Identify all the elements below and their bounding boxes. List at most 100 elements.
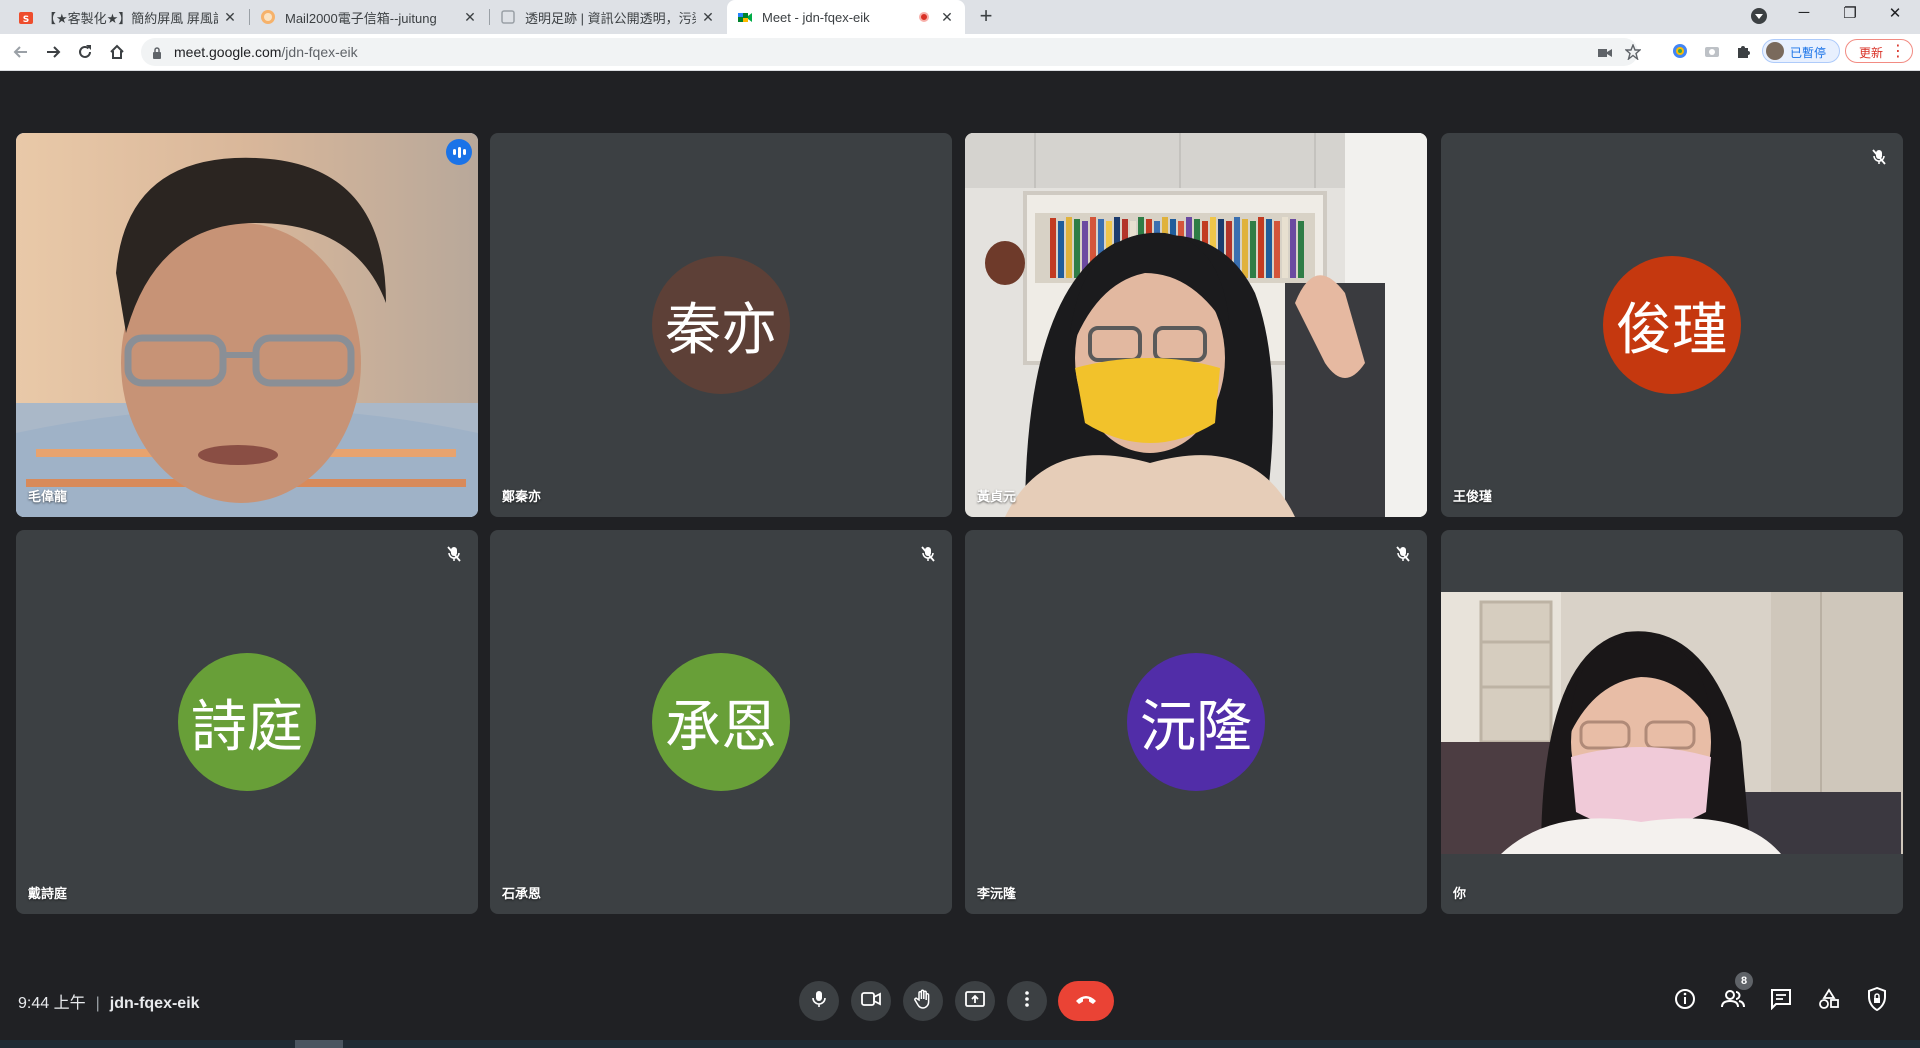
participant-tile-5[interactable]: 詩庭 戴詩庭 <box>16 530 478 914</box>
home-icon[interactable] <box>105 40 129 64</box>
participant-name: 戴詩庭 <box>28 886 68 901</box>
end-call-icon <box>1074 992 1098 1010</box>
participant-name: 毛偉龍 <box>28 489 68 504</box>
present-icon <box>965 990 985 1012</box>
meeting-time: 9:44 上午 <box>18 995 86 1012</box>
microphone-icon <box>811 989 827 1014</box>
participant-tile-2[interactable]: 秦亦 鄭秦亦 <box>490 133 952 517</box>
meeting-controls-bar: 9:44 上午 | jdn-fqex-eik 8 <box>0 958 1920 1040</box>
people-icon <box>1721 989 1745 1013</box>
close-icon[interactable]: ✕ <box>222 9 238 25</box>
reload-icon[interactable] <box>73 40 97 64</box>
restore-icon[interactable]: ❐ <box>1838 4 1862 22</box>
info-icon <box>1674 988 1696 1015</box>
profile-button[interactable]: 已暫停 <box>1762 39 1840 63</box>
participant-name: 石承恩 <box>502 886 542 901</box>
tab-search-icon[interactable] <box>1751 8 1767 24</box>
leave-call-button[interactable] <box>1058 981 1114 1021</box>
participant-tile-6[interactable]: 承恩 石承恩 <box>490 530 952 914</box>
present-button[interactable] <box>955 981 995 1021</box>
avatar: 沅隆 <box>1127 653 1265 791</box>
participant-tile-4[interactable]: 俊瑾 王俊瑾 <box>1441 133 1903 517</box>
browser-tab-2[interactable]: Mail2000電子信箱--juitung ✕ <box>250 0 488 34</box>
chat-button[interactable] <box>1765 985 1797 1017</box>
participant-tile-1[interactable]: 毛偉龍 <box>16 133 478 517</box>
raise-hand-button[interactable] <box>903 981 943 1021</box>
participant-tile-3[interactable]: 黃貞元 <box>965 133 1427 517</box>
tab-strip: S 【★客製化★】簡約屏風 屏風訂製 ✕ Mail2000電子信箱--juitu… <box>0 0 1920 34</box>
extension-camera-icon[interactable] <box>1703 42 1721 60</box>
new-tab-button[interactable]: + <box>976 5 996 27</box>
address-bar[interactable]: meet.google.com/jdn-fqex-eik <box>141 38 1642 66</box>
close-icon[interactable]: ✕ <box>700 9 716 25</box>
mic-off-icon <box>442 542 466 566</box>
page-favicon-icon <box>500 9 516 25</box>
minimize-icon[interactable]: ─ <box>1792 4 1816 21</box>
close-icon[interactable]: ✕ <box>939 9 955 25</box>
self-video <box>1441 592 1903 854</box>
meeting-details: 9:44 上午 | jdn-fqex-eik <box>18 989 200 1013</box>
mic-off-icon <box>1391 542 1415 566</box>
host-controls-button[interactable] <box>1861 985 1893 1017</box>
update-button[interactable]: 更新 ⋮ <box>1845 39 1913 63</box>
browser-toolbar: meet.google.com/jdn-fqex-eik 已暫停 更新 ⋮ <box>0 34 1920 71</box>
shop-favicon-icon: S <box>18 9 34 25</box>
os-taskbar <box>0 1040 1920 1048</box>
svg-text:S: S <box>23 15 29 25</box>
participant-tile-7[interactable]: 沅隆 李沅隆 <box>965 530 1427 914</box>
url-host: meet.google.com <box>174 44 282 60</box>
tab-title: Meet - jdn-fqex-eik <box>762 9 870 25</box>
avatar <box>1766 42 1784 60</box>
forward-icon[interactable] <box>41 40 65 64</box>
microphone-button[interactable] <box>799 981 839 1021</box>
avatar: 承恩 <box>652 653 790 791</box>
participant-name: 黃貞元 <box>977 489 1017 504</box>
mic-off-icon <box>916 542 940 566</box>
close-icon[interactable]: ✕ <box>462 9 478 25</box>
avatar: 秦亦 <box>652 256 790 394</box>
divider: | <box>95 995 100 1012</box>
extensions-icon[interactable] <box>1734 42 1752 60</box>
browser-tab-3[interactable]: 透明足跡 | 資訊公開透明，污染無 ✕ <box>490 0 726 34</box>
tab-title: 【★客製化★】簡約屏風 屏風訂製 <box>43 10 218 26</box>
avatar: 詩庭 <box>178 653 316 791</box>
more-vert-icon: ⋮ <box>1890 43 1906 60</box>
tab-title: 透明足跡 | 資訊公開透明，污染無 <box>525 10 696 26</box>
camera-blocked-icon[interactable] <box>1598 46 1612 64</box>
mail-favicon-icon <box>260 9 276 25</box>
participant-video <box>965 133 1427 517</box>
more-options-icon <box>1025 990 1029 1012</box>
avatar: 俊瑾 <box>1603 256 1741 394</box>
star-icon[interactable] <box>1624 43 1642 65</box>
browser-tab-meet[interactable]: Meet - jdn-fqex-eik ✕ <box>727 0 965 34</box>
back-icon[interactable] <box>9 40 33 64</box>
taskbar-item[interactable] <box>295 1040 343 1048</box>
participant-name: 鄭秦亦 <box>502 489 542 504</box>
chat-icon <box>1770 988 1792 1015</box>
activities-icon <box>1818 987 1840 1015</box>
meeting-code: jdn-fqex-eik <box>109 995 200 1012</box>
participant-tile-self[interactable]: 你 <box>1441 530 1903 914</box>
tab-title: Mail2000電子信箱--juitung <box>285 10 437 26</box>
participant-name: 你 <box>1453 886 1467 901</box>
extension-color-icon[interactable] <box>1671 42 1689 60</box>
window-close-icon[interactable]: ✕ <box>1883 4 1907 22</box>
meet-stage: 毛偉龍 秦亦 鄭秦亦 黃貞元 俊瑾 王俊瑾 詩庭 戴詩庭 承恩 石承恩 沅隆 李… <box>0 71 1920 1040</box>
participant-count-badge: 8 <box>1735 972 1753 990</box>
participant-name: 李沅隆 <box>977 886 1017 901</box>
meeting-info-button[interactable] <box>1669 985 1701 1017</box>
raise-hand-icon <box>914 989 932 1014</box>
more-options-button[interactable] <box>1007 981 1047 1021</box>
recording-icon <box>919 12 929 22</box>
camera-icon <box>861 991 881 1011</box>
update-label: 更新 <box>1859 46 1884 60</box>
mic-off-icon <box>1867 145 1891 169</box>
activities-button[interactable] <box>1813 985 1845 1017</box>
camera-button[interactable] <box>851 981 891 1021</box>
host-controls-icon <box>1867 986 1887 1016</box>
speaking-indicator-icon <box>446 139 472 165</box>
browser-tab-1[interactable]: S 【★客製化★】簡約屏風 屏風訂製 ✕ <box>8 0 248 34</box>
meet-favicon-icon <box>737 9 753 25</box>
participant-video <box>16 133 478 517</box>
lock-icon[interactable] <box>152 46 162 64</box>
